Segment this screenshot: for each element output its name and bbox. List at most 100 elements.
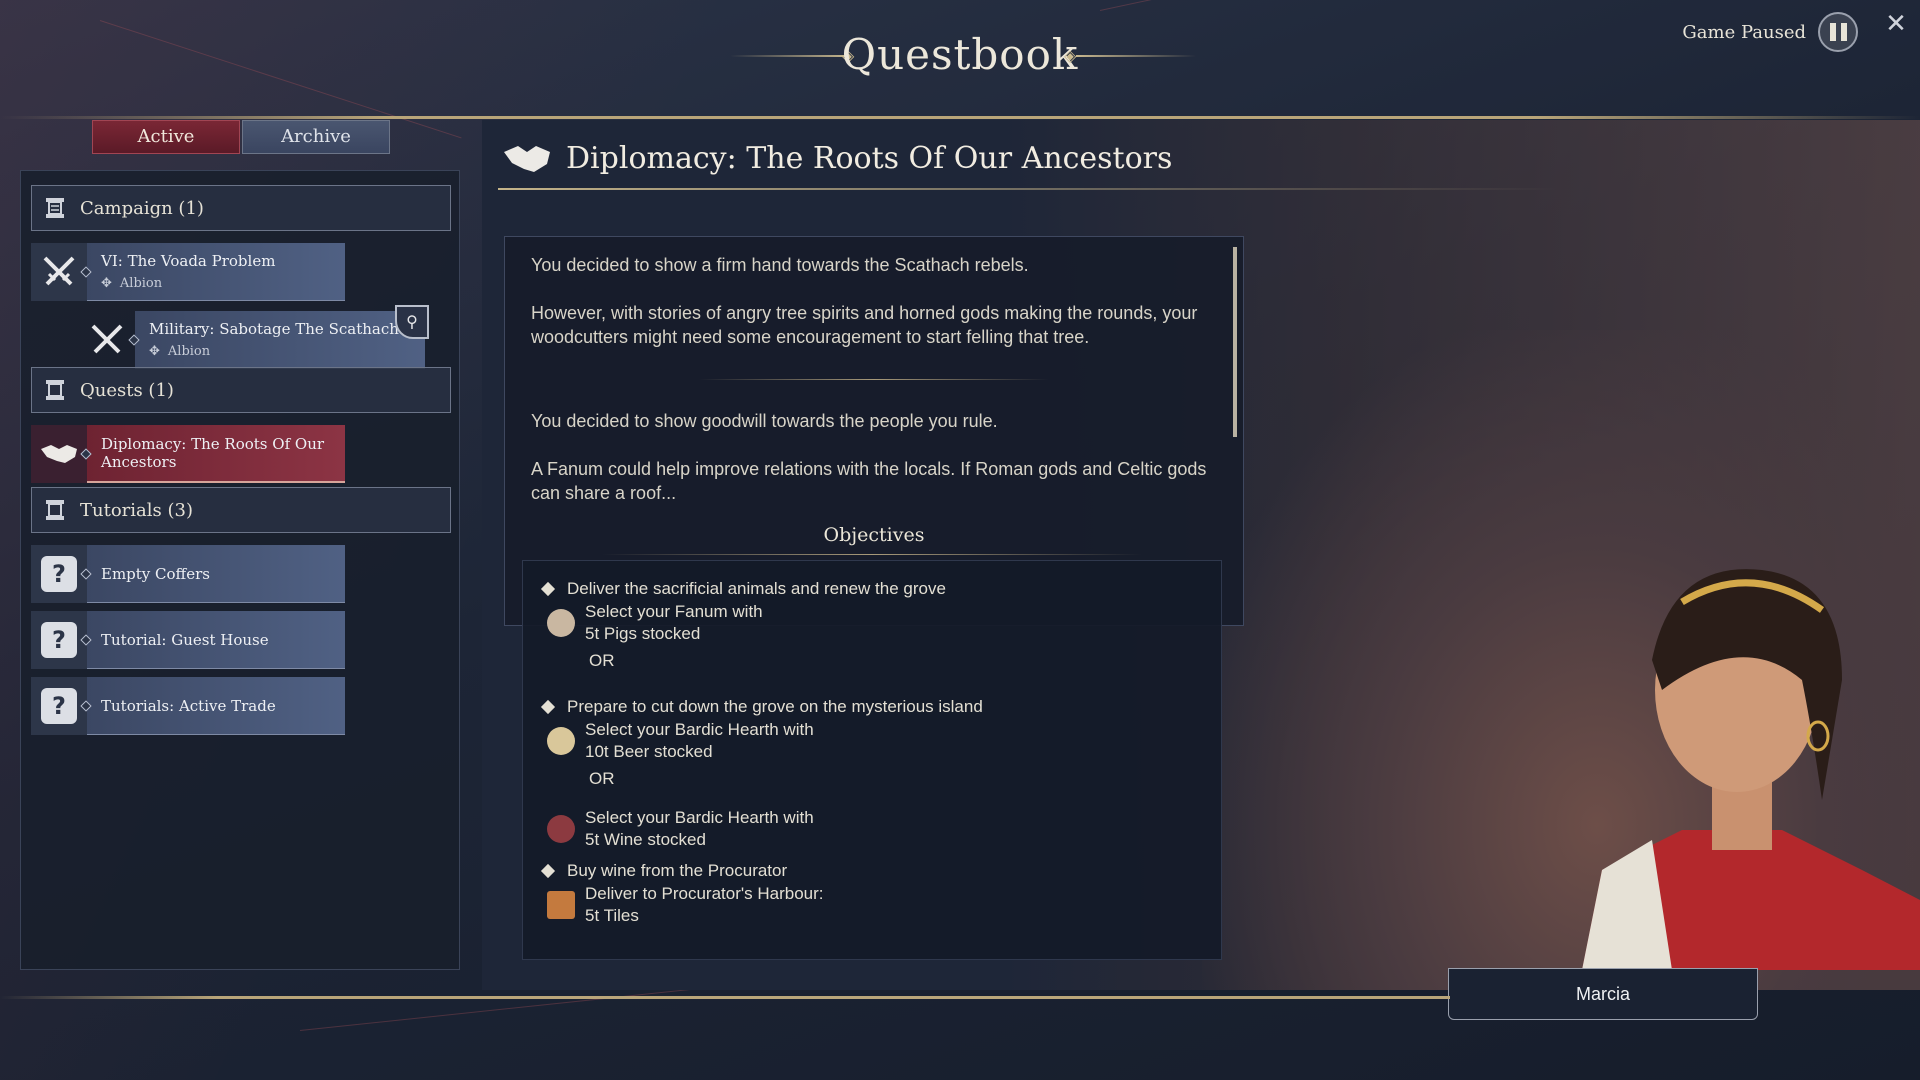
quest-item-body: Diplomacy: The Roots Of Our Ancestors (80, 425, 345, 483)
requirement-text: Deliver to Procurator's Harbour: (585, 884, 824, 903)
title-divider (498, 188, 1558, 190)
description-scrollbar[interactable] (1233, 247, 1237, 437)
close-icon: ✕ (1885, 9, 1907, 39)
requirement-amount: 10t Beer stocked (585, 742, 713, 761)
beer-icon (547, 727, 575, 755)
objectives-title: Objectives (823, 524, 925, 546)
close-button[interactable]: ✕ (1882, 10, 1910, 38)
header-divider (0, 116, 1920, 119)
tab-archive[interactable]: Archive (242, 120, 390, 154)
tiles-icon (547, 891, 575, 919)
quest-type-icon (31, 425, 87, 483)
npc-portrait (1582, 569, 1920, 970)
scroll-icon (46, 198, 64, 218)
tutorial-item-body: Empty Coffers (80, 545, 345, 603)
quest-title: Diplomacy: The Roots Of Our Ancestors (566, 140, 1173, 176)
question-icon: ? (41, 688, 77, 724)
tutorial-item[interactable]: ? Tutorial: Guest House (31, 611, 345, 669)
requirement-text: Select your Bardic Hearth with (585, 720, 814, 739)
objective-bullet (540, 699, 556, 715)
campaign-item[interactable]: VI: The Voada Problem ✥ Albion (31, 243, 345, 301)
section-tutorials-label: Tutorials (3) (80, 499, 193, 521)
locate-pin-icon[interactable]: ⚲ (395, 305, 429, 339)
tutorial-item[interactable]: ? Empty Coffers (31, 545, 345, 603)
scroll-icon (46, 380, 64, 400)
section-tutorials[interactable]: Tutorials (3) (31, 487, 451, 533)
footer-divider (0, 996, 1450, 999)
pig-icon (547, 609, 575, 637)
quest-list-panel: Active Archive Campaign (1) VI: The Voad… (20, 120, 460, 982)
requirement-text: Select your Bardic Hearth with (585, 808, 814, 827)
quest-type-icon: ? (31, 545, 87, 603)
handshake-icon (504, 146, 550, 172)
requirement-text: Select your Fanum with (585, 602, 763, 621)
title-ornament-line-right (1076, 55, 1196, 57)
quest-item-title: Diplomacy: The Roots Of Our Ancestors (101, 435, 325, 471)
or-label: OR (589, 651, 615, 670)
objective-requirement: Select your Bardic Hearth with 10t Beer s… (547, 719, 814, 763)
tutorial-item-title: Tutorials: Active Trade (101, 696, 276, 715)
tutorial-item-title: Tutorial: Guest House (101, 630, 269, 649)
description-paragraph: You decided to show a firm hand towards … (531, 255, 1029, 275)
or-label: OR (589, 769, 615, 788)
objective: Buy wine from the Procurator (540, 861, 787, 881)
tutorial-item-title: Empty Coffers (101, 564, 210, 583)
campaign-item-title: VI: The Voada Problem (101, 252, 276, 270)
quest-item-selected[interactable]: Diplomacy: The Roots Of Our Ancestors (31, 425, 345, 483)
description-paragraph: However, with stories of angry tree spir… (531, 303, 1198, 347)
region-label: Albion (119, 276, 163, 291)
tutorial-item[interactable]: ? Tutorials: Active Trade (31, 677, 345, 735)
campaign-item-body: VI: The Voada Problem ✥ Albion (80, 243, 345, 301)
section-quests-label: Quests (1) (80, 379, 174, 401)
region-icon: ✥ (149, 344, 160, 359)
section-campaign[interactable]: Campaign (1) (31, 185, 451, 231)
requirement-amount: 5t Wine stocked (585, 830, 706, 849)
title-ornament-right: ◈ (1064, 46, 1077, 65)
question-icon: ? (41, 622, 77, 658)
objective-text: Deliver the sacrificial animals and rene… (567, 579, 946, 598)
scroll-icon (46, 500, 64, 520)
pause-icon (1829, 23, 1836, 41)
question-icon: ? (41, 556, 77, 592)
crossed-swords-icon (91, 324, 123, 354)
region-icon: ✥ (101, 276, 112, 291)
objective-requirement: Select your Bardic Hearth with 5t Wine st… (547, 807, 814, 851)
quest-type-icon: ? (31, 677, 87, 735)
description-paragraph: A Fanum could help improve relations wit… (531, 459, 1207, 503)
objective-text: Prepare to cut down the grove on the mys… (567, 697, 983, 716)
objective-requirement: Deliver to Procurator's Harbour: 5t Tiles (547, 883, 824, 927)
requirement-amount: 5t Tiles (585, 906, 639, 925)
description-paragraph: You decided to show goodwill towards the… (531, 411, 998, 431)
pause-status: Game Paused (1682, 12, 1858, 52)
page-title: Questbook (841, 30, 1079, 79)
objectives-divider (602, 554, 1142, 555)
tab-bar: Active Archive (92, 120, 390, 154)
campaign-item[interactable]: Military: Sabotage The Scathach ✥ Albion … (79, 305, 429, 369)
quest-heading: Diplomacy: The Roots Of Our Ancestors (502, 138, 1172, 178)
quest-type-icon (79, 311, 135, 369)
objective-bullet (540, 863, 556, 879)
quest-detail-panel: Diplomacy: The Roots Of Our Ancestors Yo… (482, 120, 1920, 1020)
handshake-icon (41, 445, 77, 463)
objective: Deliver the sacrificial animals and rene… (540, 579, 946, 599)
description-divider (531, 369, 1217, 389)
tab-active[interactable]: Active (92, 120, 240, 154)
quest-type-icon (31, 243, 87, 301)
region-tag: ✥ Albion (149, 344, 210, 359)
tutorial-item-body: Tutorials: Active Trade (80, 677, 345, 735)
pause-button[interactable] (1818, 12, 1858, 52)
section-quests[interactable]: Quests (1) (31, 367, 451, 413)
campaign-item-title: Military: Sabotage The Scathach (149, 320, 399, 338)
objective-bullet (540, 581, 556, 597)
campaign-item-body: Military: Sabotage The Scathach ✥ Albion (128, 311, 425, 369)
pause-icon (1840, 23, 1847, 41)
quest-type-icon: ? (31, 611, 87, 669)
objective: Prepare to cut down the grove on the mys… (540, 697, 983, 717)
crossed-swords-icon (43, 256, 75, 286)
requirement-amount: 5t Pigs stocked (585, 624, 701, 643)
quest-list[interactable]: Campaign (1) VI: The Voada Problem ✥ Albi… (20, 170, 460, 970)
region-label: Albion (167, 344, 211, 359)
npc-name-plate: Marcia (1448, 968, 1758, 1020)
section-campaign-label: Campaign (1) (80, 197, 204, 219)
game-paused-label: Game Paused (1682, 21, 1806, 43)
